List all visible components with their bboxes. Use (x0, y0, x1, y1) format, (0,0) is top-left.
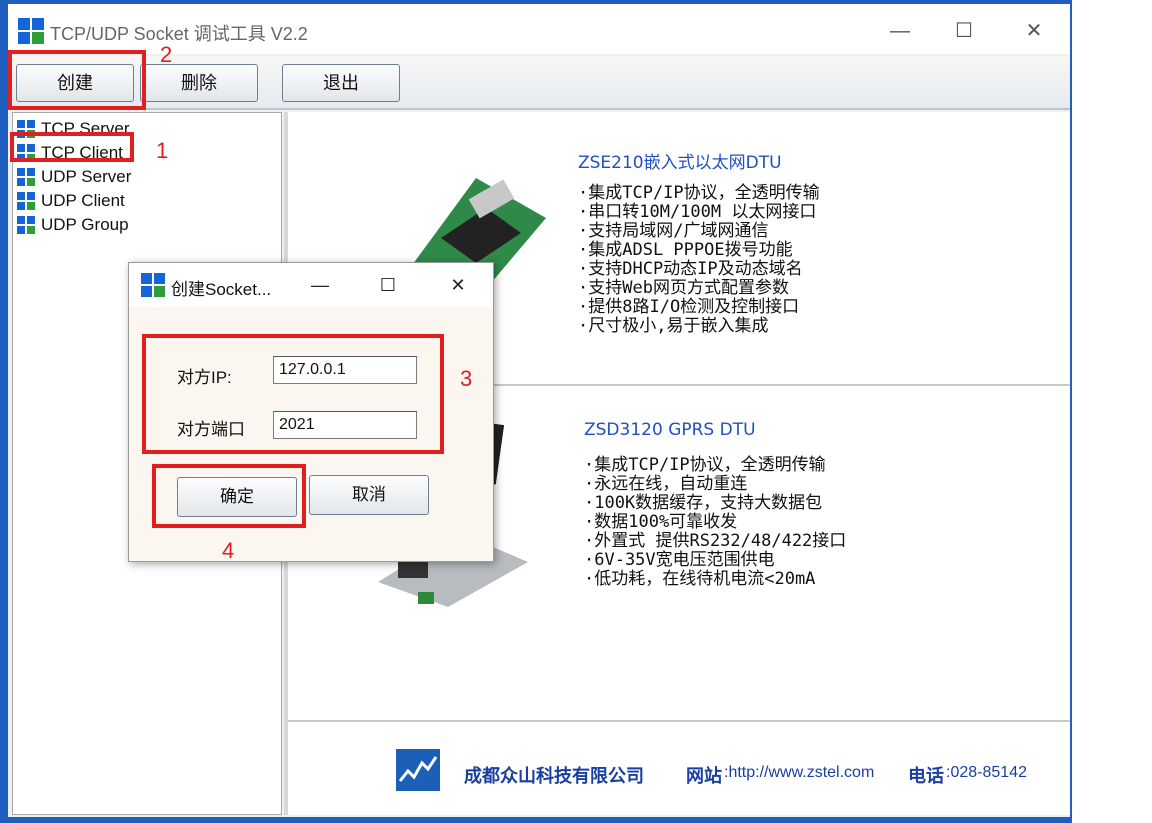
annotation-number: 4 (222, 538, 235, 563)
delete-button[interactable]: 删除 (140, 64, 258, 102)
feature-item: ·低功耗，在线待机电流<20mA (584, 569, 816, 589)
minimize-button[interactable]: — (880, 16, 920, 46)
website-label: 网站 (686, 766, 722, 786)
highlight-box-3 (142, 334, 444, 454)
dialog-close-button[interactable]: ✕ (441, 271, 475, 299)
dialog-minimize-button[interactable]: — (303, 271, 337, 299)
feature-item: ·集成TCP/IP协议，全透明传输 (578, 183, 820, 203)
company-logo (396, 749, 440, 791)
feature-item: ·支持Web网页方式配置参数 (578, 278, 789, 298)
socket-icon (17, 192, 35, 210)
website-url[interactable]: :http://www.zstel.com (724, 764, 874, 782)
feature-item: ·串口转10M/100M 以太网接口 (578, 202, 817, 222)
exit-button[interactable]: 退出 (282, 64, 400, 102)
annotation-number: 3 (460, 366, 473, 391)
socket-icon (17, 168, 35, 186)
feature-item: ·提供8路I/O检测及控制接口 (578, 297, 800, 317)
product-title: ZSD3120 GPRS DTU (584, 420, 756, 440)
feature-item: ·数据100%可靠收发 (584, 512, 738, 532)
phone-label: 电话 (908, 766, 944, 786)
tree-item-label: UDP Server (41, 167, 132, 186)
tree-item-udp-group[interactable]: UDP Group (17, 213, 129, 237)
app-icon (18, 18, 44, 44)
tree-item-label: UDP Client (41, 191, 125, 210)
close-button[interactable]: ✕ (1014, 16, 1054, 46)
feature-item: ·6V-35V宽电压范围供电 (584, 550, 775, 570)
feature-item: ·支持DHCP动态IP及动态域名 (578, 259, 803, 279)
cancel-button[interactable]: 取消 (309, 475, 429, 515)
product-title: ZSE210嵌入式以太网DTU (578, 153, 782, 173)
feature-item: ·集成TCP/IP协议，全透明传输 (584, 455, 826, 475)
tree-item-udp-client[interactable]: UDP Client (17, 189, 125, 213)
highlight-box-1 (10, 132, 134, 162)
socket-icon (17, 216, 35, 234)
dialog-title: 创建Socket... (171, 280, 272, 299)
feature-item: ·永远在线，自动重连 (584, 474, 748, 494)
phone-number: :028-85142 (946, 764, 1027, 781)
tree-item-label: UDP Group (41, 215, 129, 234)
tree-item-udp-server[interactable]: UDP Server (17, 165, 131, 189)
app-icon (141, 273, 165, 297)
window-title: TCP/UDP Socket 调试工具 V2.2 (50, 24, 308, 44)
feature-item: ·集成ADSL PPPOE拨号功能 (578, 240, 793, 260)
annotation-number: 2 (160, 42, 173, 67)
feature-item: ·支持局域网/广域网通信 (578, 221, 769, 241)
feature-list: ·集成TCP/IP协议，全透明传输 ·串口转10M/100M 以太网接口 ·支持… (578, 184, 820, 336)
annotation-number: 1 (156, 138, 169, 163)
dialog-title-bar: 创建Socket... — ☐ ✕ (129, 263, 493, 307)
feature-item: ·外置式 提供RS232/48/422接口 (584, 531, 847, 551)
highlight-box-4 (152, 464, 306, 528)
company-name: 成都众山科技有限公司 (464, 766, 644, 786)
feature-list: ·集成TCP/IP协议，全透明传输 ·永远在线，自动重连 ·100K数据缓存，支… (584, 456, 846, 589)
divider (288, 720, 1070, 722)
feature-item: ·尺寸极小,易于嵌入集成 (578, 316, 769, 336)
highlight-box-2 (8, 50, 146, 110)
dialog-maximize-button[interactable]: ☐ (371, 271, 405, 299)
maximize-button[interactable]: ☐ (944, 16, 984, 46)
feature-item: ·100K数据缓存，支持大数据包 (584, 493, 823, 513)
